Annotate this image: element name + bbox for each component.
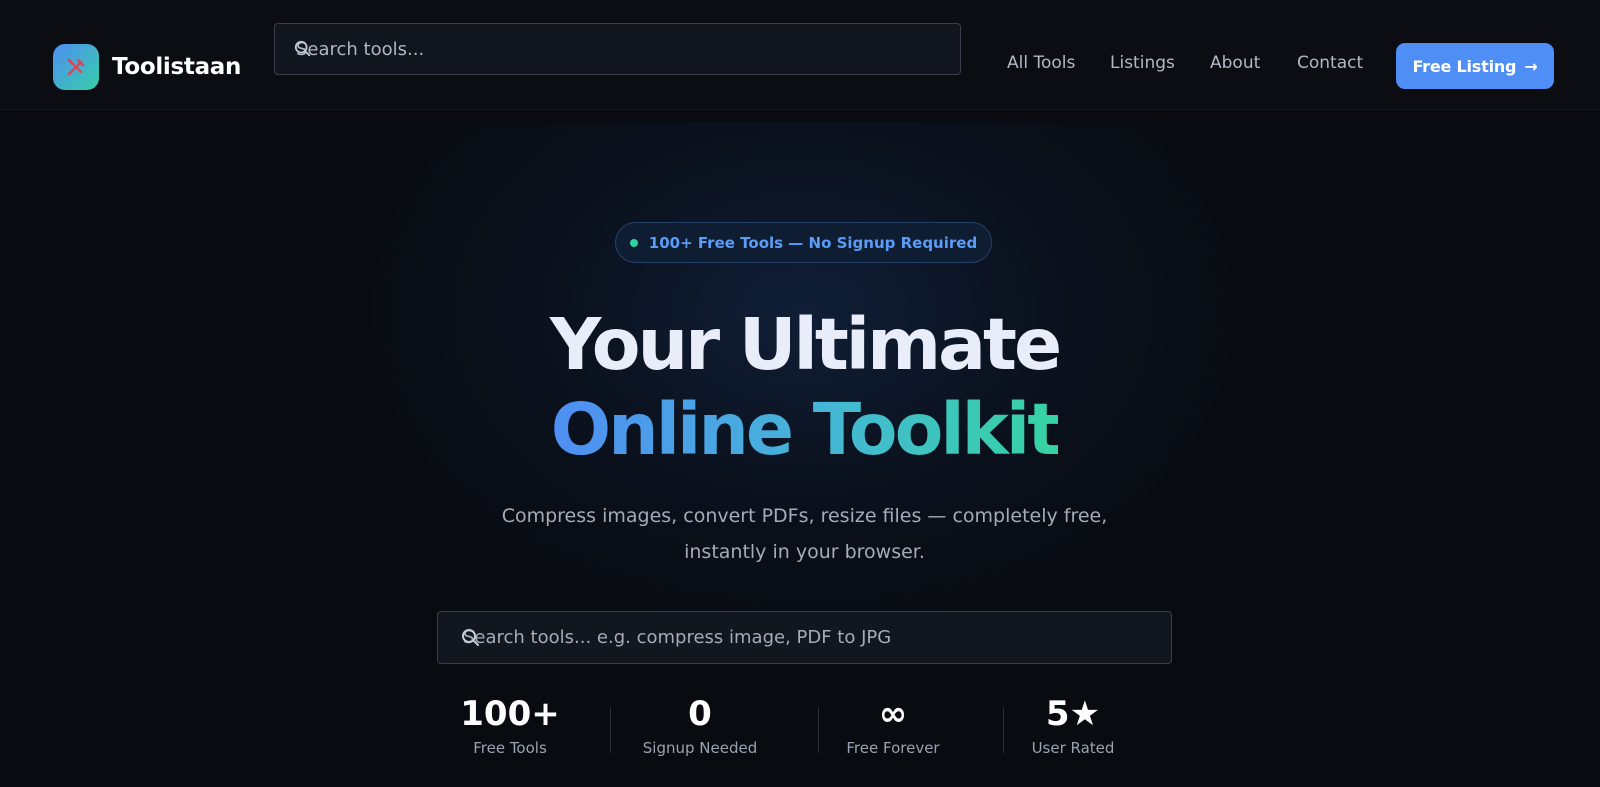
stat-value: 0 xyxy=(688,694,712,734)
nav-listings[interactable]: Listings xyxy=(1110,53,1175,73)
stat-label: Signup Needed xyxy=(642,739,758,757)
site-header: Toolistaan All Tools Listings About Cont… xyxy=(0,0,1600,110)
hero-headline-line1: Your Ultimate xyxy=(549,303,1062,386)
stat-user-rated: 5★ User Rated xyxy=(973,692,1173,757)
stat-value: ∞ xyxy=(878,694,908,734)
nav-all-tools[interactable]: All Tools xyxy=(1007,53,1075,73)
search-icon xyxy=(294,40,311,57)
stat-label: User Rated xyxy=(1031,739,1115,757)
nav-contact[interactable]: Contact xyxy=(1297,53,1363,73)
hero-headline-gradient: Online Toolkit xyxy=(550,388,1061,471)
free-listing-label: Free Listing xyxy=(1412,56,1517,76)
stat-label: Free Forever xyxy=(846,739,940,757)
stat-value: 100+ xyxy=(460,694,560,734)
stat-label: Free Tools xyxy=(473,739,547,757)
hero-search-input[interactable] xyxy=(438,612,1171,663)
hero-subtitle: Compress images, convert PDFs, resize fi… xyxy=(13,498,1596,570)
status-dot-icon xyxy=(629,238,638,247)
search-icon xyxy=(462,629,479,646)
hero-badge-text: 100+ Free Tools — No Signup Required xyxy=(648,233,978,252)
stat-free-forever: ∞ Free Forever xyxy=(793,692,993,757)
hero-subtitle-line2: instantly in your browser. xyxy=(684,541,925,563)
hero-headline-line2: Online Toolkit xyxy=(13,390,1596,470)
tools-icon xyxy=(53,44,99,90)
brand-name: Toolistaan xyxy=(112,54,242,80)
hero-section: 100+ Free Tools — No Signup Required You… xyxy=(13,122,1596,787)
stat-signup: 0 Signup Needed xyxy=(600,692,800,757)
arrow-right-icon: → xyxy=(1524,56,1538,76)
brand-logo[interactable]: Toolistaan xyxy=(53,44,241,90)
hero-subtitle-line1: Compress images, convert PDFs, resize fi… xyxy=(501,505,1108,527)
header-search-input[interactable] xyxy=(275,24,960,74)
stat-value: 5★ xyxy=(1045,694,1101,734)
nav-about[interactable]: About xyxy=(1210,53,1260,73)
header-search[interactable] xyxy=(274,23,961,75)
stat-free-tools: 100+ Free Tools xyxy=(410,692,610,757)
hero-search[interactable] xyxy=(437,611,1172,664)
free-listing-button[interactable]: Free Listing → xyxy=(1396,43,1554,89)
hero-badge: 100+ Free Tools — No Signup Required xyxy=(615,222,992,263)
